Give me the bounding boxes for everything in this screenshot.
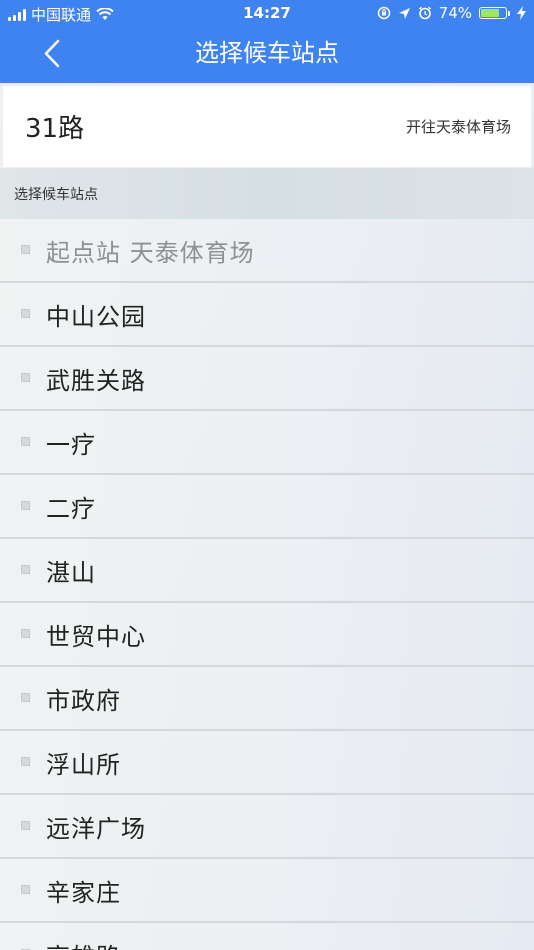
stop-item[interactable]: 市政府 <box>0 667 534 731</box>
location-arrow-icon <box>398 7 410 19</box>
stop-item[interactable]: 浮山所 <box>0 731 534 795</box>
bullet-icon <box>21 565 30 574</box>
stop-item[interactable]: 中山公园 <box>0 283 534 347</box>
stop-item[interactable]: 一疗 <box>0 411 534 475</box>
stop-name: 二疗 <box>46 495 96 523</box>
bullet-icon <box>21 629 30 638</box>
route-number: 31路 <box>25 114 85 144</box>
alarm-icon <box>418 6 431 20</box>
stop-name: 武胜关路 <box>46 367 146 395</box>
stop-name: 市政府 <box>46 687 121 715</box>
app-header: 中国联通 14:27 74% 选择候车站点 <box>0 0 534 83</box>
bullet-icon <box>21 245 30 254</box>
bullet-icon <box>21 309 30 318</box>
stop-item[interactable]: 高雄路 <box>0 923 534 950</box>
battery-fill <box>481 9 499 17</box>
orientation-lock-icon <box>377 6 390 20</box>
battery-percent: 74% <box>438 4 472 22</box>
stop-item[interactable]: 起点站 天泰体育场 <box>0 219 534 283</box>
stop-item[interactable]: 武胜关路 <box>0 347 534 411</box>
status-right: 74% <box>377 4 526 22</box>
stop-name: 高雄路 <box>46 937 121 950</box>
stop-name: 浮山所 <box>46 751 121 779</box>
page-title: 选择候车站点 <box>195 39 339 67</box>
bullet-icon <box>21 501 30 510</box>
section-header: 选择候车站点 <box>0 168 534 219</box>
charging-bolt-icon <box>517 6 526 20</box>
stop-item[interactable]: 湛山 <box>0 539 534 603</box>
stop-name: 一疗 <box>46 431 96 459</box>
bullet-icon <box>21 821 30 830</box>
bullet-icon <box>21 437 30 446</box>
stop-list: 起点站 天泰体育场 中山公园 武胜关路 一疗 二疗 湛山 世贸中心 市政府 浮山… <box>0 219 534 950</box>
status-bar: 中国联通 14:27 74% <box>0 0 534 28</box>
stop-name: 远洋广场 <box>46 815 146 843</box>
route-direction: 开往天泰体育场 <box>405 118 511 136</box>
stop-name: 辛家庄 <box>46 879 121 907</box>
stop-item[interactable]: 世贸中心 <box>0 603 534 667</box>
bullet-icon <box>21 757 30 766</box>
stop-item[interactable]: 辛家庄 <box>0 859 534 923</box>
route-card: 31路 开往天泰体育场 <box>3 86 531 167</box>
stop-item[interactable]: 远洋广场 <box>0 795 534 859</box>
bullet-icon <box>21 693 30 702</box>
stop-name: 湛山 <box>46 559 96 587</box>
stop-item[interactable]: 二疗 <box>0 475 534 539</box>
stop-name: 起点站 天泰体育场 <box>46 239 255 267</box>
battery-icon <box>479 7 510 19</box>
stop-name: 中山公园 <box>46 303 146 331</box>
stop-name: 世贸中心 <box>46 623 146 651</box>
bullet-icon <box>21 885 30 894</box>
bullet-icon <box>21 373 30 382</box>
